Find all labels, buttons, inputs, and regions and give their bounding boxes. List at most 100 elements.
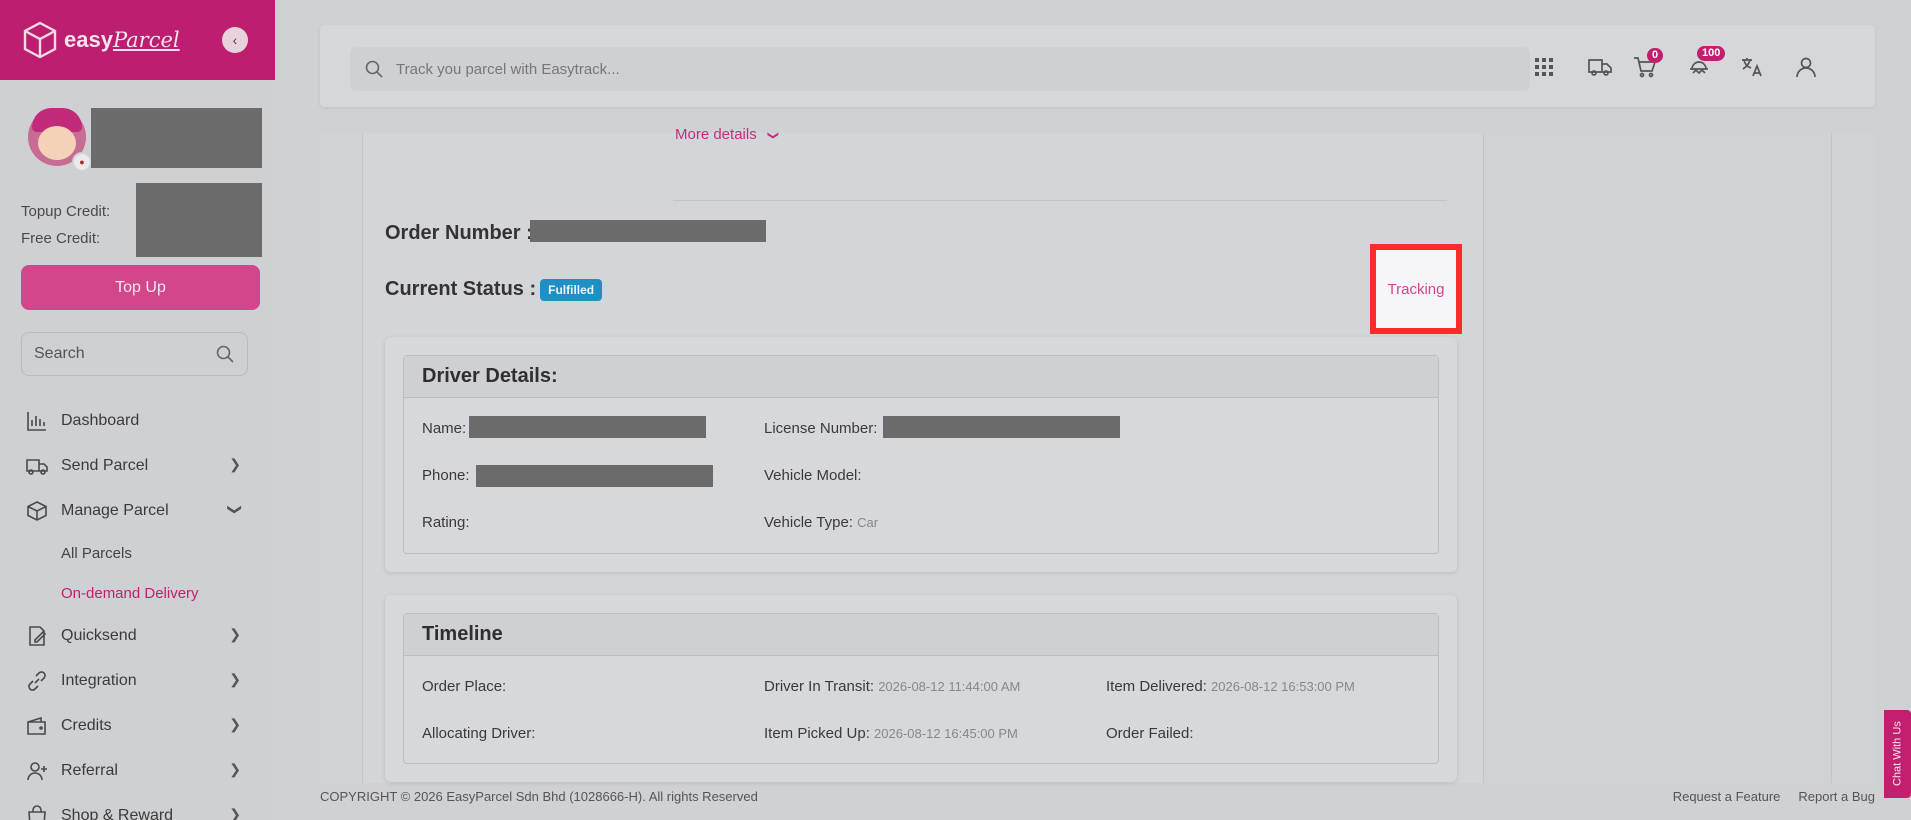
current-status: Current Status : Fulfilled (385, 278, 603, 301)
user-plus-icon (25, 759, 49, 783)
chevron-right-icon: ❯ (229, 761, 241, 777)
item-picked-up-value: 2026-08-12 16:45:00 PM (874, 726, 1018, 741)
driver-in-transit: Driver In Transit: 2026-08-12 11:44:00 A… (764, 678, 1020, 695)
sidebar-item-label: Credits (61, 716, 112, 734)
report-bug-link[interactable]: Report a Bug (1798, 789, 1875, 804)
chart-icon (25, 409, 49, 433)
box-icon (25, 499, 49, 523)
order-number-label: Order Number : (385, 222, 533, 244)
chevron-right-icon: ❯ (229, 806, 241, 820)
topup-credit-label: Topup Credit: (21, 203, 111, 220)
vehicle-type-value: Car (857, 515, 879, 530)
item-delivered-label: Item Delivered: (1106, 678, 1207, 695)
sidebar-item-integration[interactable]: Integration ❯ (0, 658, 275, 703)
sidebar-item-label: Quicksend (61, 626, 137, 644)
chevron-down-icon: ❯ (766, 130, 779, 141)
sidebar-nav: Dashboard Send Parcel ❯ Manage Parcel ❯ … (0, 398, 275, 820)
sidebar-item-referral[interactable]: Referral ❯ (0, 748, 275, 793)
sidebar: easyParcel ‹ ● Topup Credit: Free Credit… (0, 0, 275, 820)
order-number-redacted (530, 220, 766, 242)
vehicle-type-label: Vehicle Type: (764, 514, 853, 531)
topup-button[interactable]: Top Up (21, 265, 260, 310)
notification-count-badge: 100 (1697, 46, 1726, 61)
collapse-sidebar-button[interactable]: ‹ (222, 27, 248, 53)
flag-icon: ● (72, 152, 92, 172)
request-feature-link[interactable]: Request a Feature (1673, 789, 1781, 804)
footer-links: Request a Feature Report a Bug (1673, 789, 1875, 804)
cart-count-badge: 0 (1647, 48, 1664, 63)
driver-details-box: Driver Details: (403, 355, 1439, 554)
wallet-icon (25, 714, 49, 738)
vehicle-type: Vehicle Type: Car (764, 514, 878, 531)
more-details-label: More details (675, 126, 757, 143)
link-icon (25, 669, 49, 693)
chevron-right-icon: ❯ (229, 671, 241, 687)
rating-label: Rating: (422, 514, 470, 531)
item-delivered-value: 2026-08-12 16:53:00 PM (1211, 679, 1355, 694)
sidebar-search-input[interactable]: Search (21, 332, 248, 376)
current-status-label: Current Status : (385, 278, 537, 300)
credit-values-redacted (136, 183, 262, 257)
sidebar-item-label: Send Parcel (61, 456, 149, 474)
search-icon (216, 345, 234, 363)
easytrack-search-input[interactable]: Track you parcel with Easytrack... (350, 47, 1530, 91)
driver-phone-redacted (476, 465, 713, 487)
sidebar-item-manage-parcel[interactable]: Manage Parcel ❯ (0, 488, 275, 533)
more-details-link[interactable]: More details ❯ (675, 126, 779, 143)
credit-labels: Topup Credit: Free Credit: (21, 198, 110, 252)
item-picked-up-label: Item Picked Up: (764, 725, 870, 742)
item-picked-up: Item Picked Up: 2026-08-12 16:45:00 PM (764, 725, 1018, 742)
license-number-redacted (883, 416, 1120, 438)
brand-bar: easyParcel ‹ (0, 0, 275, 80)
truck-icon (25, 454, 49, 478)
divider (673, 200, 1447, 201)
sidebar-item-shop-reward[interactable]: Shop & Reward ❯ (0, 793, 275, 820)
chevron-right-icon: ❯ (229, 716, 241, 732)
user-profile-icon[interactable] (1792, 53, 1820, 81)
sidebar-item-label: Manage Parcel (61, 501, 169, 519)
delivery-truck-icon[interactable] (1586, 53, 1614, 81)
driver-in-transit-value: 2026-08-12 11:44:00 AM (878, 679, 1021, 694)
cart-button[interactable]: 0 (1631, 48, 1664, 81)
easytrack-search-placeholder: Track you parcel with Easytrack... (396, 60, 620, 78)
chat-with-us-button[interactable]: Chat With Us (1884, 710, 1911, 798)
free-credit-label: Free Credit: (21, 230, 101, 247)
bag-icon (25, 804, 49, 820)
driver-in-transit-label: Driver In Transit: (764, 678, 875, 695)
driver-phone-label: Phone: (422, 467, 470, 484)
sidebar-item-dashboard[interactable]: Dashboard (0, 398, 275, 443)
sidebar-subitem-all-parcels[interactable]: All Parcels (0, 533, 275, 573)
box-logo-icon (23, 21, 57, 59)
driver-details-title: Driver Details: (404, 356, 1438, 398)
chevron-right-icon: ❯ (229, 626, 241, 642)
order-failed-label: Order Failed: (1106, 725, 1194, 742)
driver-name-redacted (469, 416, 706, 438)
translate-icon[interactable] (1738, 53, 1766, 81)
copyright-text: COPYRIGHT © 2026 EasyParcel Sdn Bhd (102… (320, 789, 758, 804)
vehicle-model-label: Vehicle Model: (764, 467, 862, 484)
sidebar-item-label: Referral (61, 761, 118, 779)
avatar[interactable]: ● (28, 108, 92, 172)
driver-details-card: Driver Details: (385, 337, 1457, 572)
sidebar-item-credits[interactable]: Credits ❯ (0, 703, 275, 748)
top-header: Track you parcel with Easytrack... 0 100 (320, 25, 1875, 107)
order-number: Order Number : (385, 222, 533, 245)
timeline-title: Timeline (404, 614, 1438, 656)
chevron-left-icon: ‹ (232, 32, 238, 48)
sidebar-subitem-on-demand-delivery[interactable]: On-demand Delivery (0, 573, 275, 613)
chevron-down-icon: ❯ (227, 503, 244, 516)
sidebar-item-quicksend[interactable]: Quicksend ❯ (0, 613, 275, 658)
tracking-button[interactable]: Tracking (1370, 244, 1462, 334)
status-badge: Fulfilled (540, 278, 603, 301)
sidebar-item-send-parcel[interactable]: Send Parcel ❯ (0, 443, 275, 488)
brand-logo[interactable]: easyParcel (22, 21, 180, 59)
notifications-button[interactable]: 100 (1685, 46, 1726, 81)
search-icon (365, 60, 383, 78)
apps-grid-icon[interactable] (1530, 53, 1558, 81)
right-column (1484, 133, 1832, 783)
brand-name: easyParcel (64, 27, 180, 52)
sidebar-item-label: Integration (61, 671, 137, 689)
allocating-driver-label: Allocating Driver: (422, 725, 536, 742)
profile: ● (28, 108, 92, 172)
driver-name-label: Name: (422, 420, 467, 437)
